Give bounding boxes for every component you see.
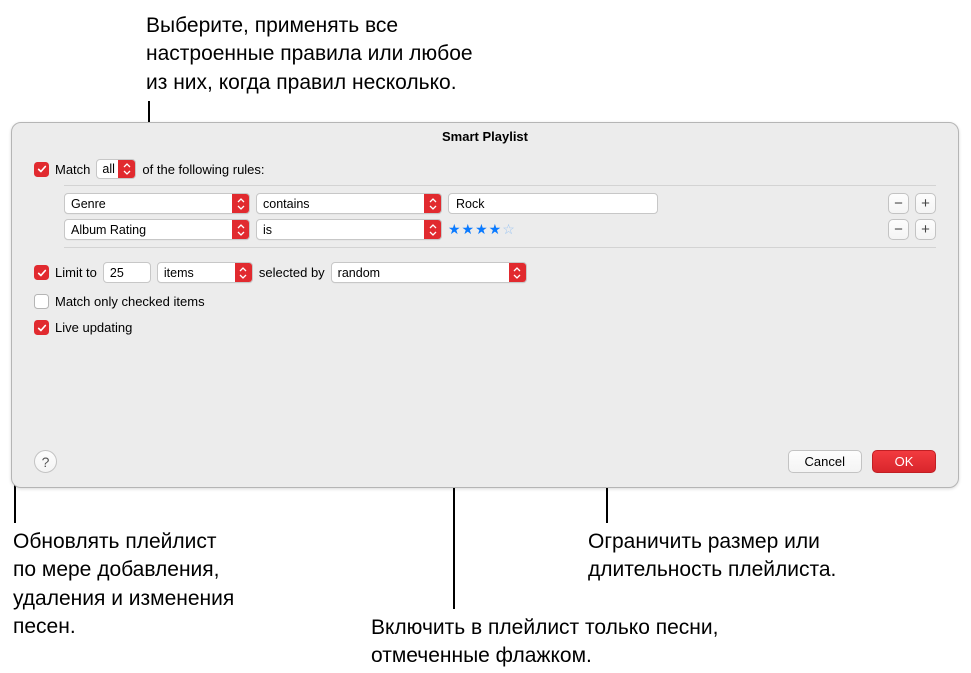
match-checked-checkbox[interactable] (34, 294, 49, 309)
match-label-before: Match (55, 162, 90, 177)
rule-row: Genre contains Rock − + (64, 193, 936, 214)
rule-op-value: contains (263, 197, 310, 211)
check-icon (37, 323, 47, 333)
limit-by-value: random (338, 266, 380, 280)
popup-arrows-icon (235, 263, 252, 282)
dialog-title: Smart Playlist (12, 123, 958, 149)
limit-count-value: 25 (110, 266, 124, 280)
rule-field-popup[interactable]: Album Rating (64, 219, 250, 240)
popup-arrows-icon (509, 263, 526, 282)
rule-op-popup[interactable]: is (256, 219, 442, 240)
limit-count-input[interactable]: 25 (103, 262, 151, 283)
remove-rule-button[interactable]: − (888, 219, 909, 240)
add-rule-button[interactable]: + (915, 219, 936, 240)
callout-live-updating: Обновлять плейлист по мере добавления, у… (13, 528, 363, 641)
popup-arrows-icon (232, 194, 249, 213)
limit-by-popup[interactable]: random (331, 262, 527, 283)
limit-mid-label: selected by (259, 265, 325, 280)
popup-arrows-icon (424, 194, 441, 213)
rule-value-text: Rock (456, 197, 484, 211)
match-mode-popup[interactable]: all (96, 159, 136, 179)
limit-label: Limit to (55, 265, 97, 280)
rule-field-popup[interactable]: Genre (64, 193, 250, 214)
check-icon (37, 164, 47, 174)
rule-value-input[interactable]: Rock (448, 193, 658, 214)
remove-rule-button[interactable]: − (888, 193, 909, 214)
cancel-button[interactable]: Cancel (788, 450, 862, 473)
limit-checkbox[interactable] (34, 265, 49, 280)
popup-arrows-icon (118, 160, 135, 178)
callout-match-checked: Включить в плейлист только песни, отмече… (371, 614, 871, 671)
limit-unit-popup[interactable]: items (157, 262, 253, 283)
rule-op-value: is (263, 223, 272, 237)
rule-op-popup[interactable]: contains (256, 193, 442, 214)
limit-unit-value: items (164, 266, 194, 280)
popup-arrows-icon (424, 220, 441, 239)
limit-row: Limit to 25 items selected by random (34, 262, 936, 283)
popup-arrows-icon (232, 220, 249, 239)
match-checked-label: Match only checked items (55, 294, 205, 309)
live-updating-checkbox[interactable] (34, 320, 49, 335)
rule-field-value: Album Rating (71, 223, 146, 237)
add-rule-button[interactable]: + (915, 193, 936, 214)
live-updating-label: Live updating (55, 320, 132, 335)
rule-value-stars[interactable]: ★★★★☆ (448, 221, 516, 238)
match-row: Match all of the following rules: (34, 159, 936, 179)
check-icon (37, 268, 47, 278)
rule-field-value: Genre (71, 197, 106, 211)
match-checkbox[interactable] (34, 162, 49, 177)
help-button[interactable]: ? (34, 450, 57, 473)
smart-playlist-dialog: Smart Playlist Match all of the followin… (11, 122, 959, 488)
match-checked-row: Match only checked items (34, 294, 936, 309)
live-updating-row: Live updating (34, 320, 936, 335)
ok-button[interactable]: OK (872, 450, 936, 473)
match-mode-value: all (102, 162, 115, 176)
rule-row: Album Rating is ★★★★☆ − + (64, 219, 936, 240)
match-label-after: of the following rules: (142, 162, 264, 177)
rules-list: Genre contains Rock − + Album Rating (64, 185, 936, 248)
callout-match-mode: Выберите, применять все настроенные прав… (146, 12, 666, 97)
callout-limit: Ограничить размер или длительность плейл… (588, 528, 968, 585)
